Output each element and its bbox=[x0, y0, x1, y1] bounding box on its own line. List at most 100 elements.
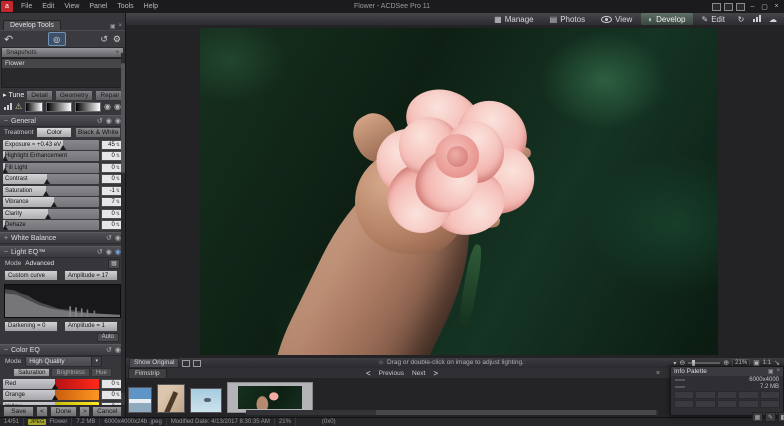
coloreq-tab-hue[interactable]: Hue bbox=[90, 368, 112, 377]
thumbnail-sky[interactable] bbox=[128, 387, 152, 413]
amplitude-bottom-slider[interactable]: Amplitude = 1 bbox=[64, 320, 118, 332]
spinner-icon[interactable]: ⇅ bbox=[116, 381, 120, 387]
layout-pane-icon[interactable] bbox=[724, 2, 733, 11]
section-toggle-icon[interactable]: ◉ bbox=[106, 248, 112, 256]
pin-icon[interactable]: ▣ bbox=[110, 23, 116, 30]
menu-view[interactable]: View bbox=[59, 3, 84, 10]
slider-value-box[interactable]: 7 ⇅ bbox=[101, 197, 122, 207]
undo-icon[interactable]: ↶ bbox=[4, 33, 13, 46]
next-button[interactable]: Next bbox=[412, 370, 425, 377]
mode-manage[interactable]: ▦ Manage bbox=[487, 13, 540, 25]
slider-value-box[interactable]: 0⇅ bbox=[101, 162, 122, 173]
snapshot-item-flower[interactable]: Flower bbox=[2, 59, 123, 68]
menu-file[interactable]: File bbox=[16, 3, 37, 10]
layout-pane-icon[interactable] bbox=[712, 2, 721, 11]
spinner-icon[interactable]: ⇅ bbox=[116, 392, 120, 398]
filmstrip-tab[interactable]: Filmstrip bbox=[128, 368, 167, 378]
reset-section-icon[interactable]: ↺ bbox=[106, 346, 112, 354]
reset-section-icon[interactable]: ↺ bbox=[106, 234, 112, 242]
settings-circle-icon[interactable]: ◉ bbox=[114, 102, 121, 111]
tab-tune[interactable]: ▸ Tune bbox=[3, 91, 24, 100]
coloreq-tab-saturation[interactable]: Saturation bbox=[13, 368, 51, 377]
spinner-icon[interactable]: ⇅ bbox=[116, 165, 120, 171]
color-eq-section-header[interactable]: − Color EQ ↺ ◉ bbox=[0, 344, 125, 356]
auto-button[interactable]: Auto bbox=[96, 333, 119, 342]
slider-orange[interactable]: Orange 0 ⇅ bbox=[3, 390, 122, 400]
mode-photos[interactable]: ▤ Photos bbox=[543, 13, 592, 25]
mode-edit[interactable]: ✎ Edit bbox=[695, 13, 733, 25]
spinner-icon[interactable]: ⇅ bbox=[116, 211, 120, 217]
slider-contrast[interactable]: Contrast 0 ⇅ bbox=[3, 174, 122, 184]
image-canvas[interactable] bbox=[126, 25, 784, 358]
save-button[interactable]: Save bbox=[3, 405, 35, 417]
fullscreen-icon[interactable] bbox=[182, 359, 191, 367]
spinner-icon[interactable]: ⇅ bbox=[116, 142, 120, 148]
general-section-header[interactable]: − General ↺ ◉ ◉ bbox=[0, 115, 125, 127]
frames-icon[interactable]: ◧ bbox=[778, 412, 784, 422]
slider-value-box[interactable]: 0⇅ bbox=[101, 151, 122, 161]
slider-value-box[interactable]: 0⇅ bbox=[101, 220, 122, 230]
slider-value-box[interactable]: 0⇅ bbox=[101, 390, 122, 400]
treatment-bw-button[interactable]: Black & White bbox=[75, 127, 121, 138]
panel-scrollbar[interactable] bbox=[121, 53, 125, 393]
previous-button[interactable]: Previous bbox=[379, 370, 404, 377]
grid-icon[interactable]: ▦ bbox=[752, 412, 763, 422]
filmstrip-scrollbar[interactable] bbox=[246, 410, 658, 415]
slider-value-box[interactable]: -1 ⇅ bbox=[101, 185, 122, 196]
filmstrip-close-icon[interactable]: × bbox=[656, 370, 660, 377]
photo-rose-in-hand[interactable] bbox=[200, 28, 718, 355]
reset-section-icon[interactable]: ↺ bbox=[97, 248, 103, 256]
tone-gradient-swatch[interactable] bbox=[25, 101, 43, 112]
lighteq-display-icon[interactable]: ▦ bbox=[108, 258, 120, 269]
develop-brush-icon[interactable]: ◎ bbox=[47, 32, 66, 46]
info-palette-close-icon[interactable]: × bbox=[776, 368, 780, 375]
spinner-icon[interactable]: ⇅ bbox=[116, 153, 120, 159]
done-button[interactable]: Done bbox=[49, 405, 78, 417]
darkening-slider[interactable]: Darkening = 0 bbox=[4, 320, 58, 332]
tone-gradient-swatch[interactable] bbox=[74, 101, 102, 112]
mode-develop[interactable]: ◐ Develop bbox=[641, 13, 693, 25]
layout-pane-icon[interactable] bbox=[736, 2, 745, 11]
white-balance-section-header[interactable]: + White Balance ↺ ◉ bbox=[0, 232, 125, 244]
spinner-icon[interactable]: ⇅ bbox=[116, 222, 120, 228]
cancel-button[interactable]: Cancel bbox=[92, 405, 122, 417]
section-toggle-icon[interactable]: ◉ bbox=[106, 117, 112, 125]
light-eq-histogram[interactable] bbox=[4, 284, 121, 318]
reset-section-icon[interactable]: ↺ bbox=[97, 117, 103, 125]
next-image-button[interactable]: > bbox=[79, 405, 91, 417]
tone-gradient-swatch[interactable] bbox=[45, 101, 72, 112]
tab-geometry[interactable]: Geometry bbox=[54, 89, 94, 101]
dashboard-chart-icon[interactable] bbox=[750, 14, 764, 24]
develop-tools-tab[interactable]: Develop Tools bbox=[3, 20, 61, 30]
slider-red[interactable]: Red 0 ⇅ bbox=[3, 378, 122, 389]
spinner-icon[interactable]: ⇅ bbox=[116, 176, 120, 182]
slider-vibrance[interactable]: Vibrance 7 ⇅ bbox=[3, 197, 122, 207]
panel-close-icon[interactable]: × bbox=[118, 23, 122, 30]
exposure-warning-icon[interactable]: ⚠ bbox=[15, 102, 22, 111]
slider-highlight-enhancement[interactable]: Highlight Enhancement 0 ⇅ bbox=[3, 151, 122, 161]
sync-icon[interactable]: ↻ bbox=[734, 15, 748, 24]
thumbnail-bird[interactable] bbox=[190, 388, 222, 413]
slider-exposure[interactable]: Exposure ≈ +0.43 eV 45 ⇅ bbox=[3, 139, 122, 150]
thumbnail-rose-selected[interactable] bbox=[227, 382, 313, 413]
tab-detail[interactable]: Detail bbox=[26, 89, 53, 101]
slider-value-box[interactable]: 0⇅ bbox=[101, 208, 122, 219]
show-original-button[interactable]: Show Original bbox=[129, 358, 180, 368]
snapshots-header[interactable]: Snapshots + bbox=[1, 47, 124, 58]
slider-value-box[interactable]: 0⇅ bbox=[101, 378, 122, 389]
light-eq-section-header[interactable]: − Light EQ™ ↺ ◉ ◉ bbox=[0, 246, 125, 258]
treatment-color-button[interactable]: Color bbox=[36, 127, 73, 138]
pencil-icon[interactable]: ✎ bbox=[765, 412, 776, 422]
coloreq-mode-dropdown[interactable]: High Quality ▾ bbox=[25, 356, 103, 367]
add-snapshot-icon[interactable]: + bbox=[115, 49, 119, 56]
previous-image-button[interactable]: < bbox=[36, 405, 48, 417]
slider-saturation[interactable]: Saturation -1 ⇅ bbox=[3, 185, 122, 196]
acdsee-365-cloud-icon[interactable]: ☁ bbox=[766, 15, 780, 24]
refresh-icon[interactable]: ↺ bbox=[100, 34, 108, 45]
previous-arrow-icon[interactable]: < bbox=[366, 369, 371, 378]
slider-value-box[interactable]: 0⇅ bbox=[101, 174, 122, 184]
menu-help[interactable]: Help bbox=[139, 3, 163, 10]
slider-dehaze[interactable]: Dehaze 0 ⇅ bbox=[3, 220, 122, 230]
menu-edit[interactable]: Edit bbox=[37, 3, 59, 10]
spinner-icon[interactable]: ⇅ bbox=[116, 199, 120, 205]
